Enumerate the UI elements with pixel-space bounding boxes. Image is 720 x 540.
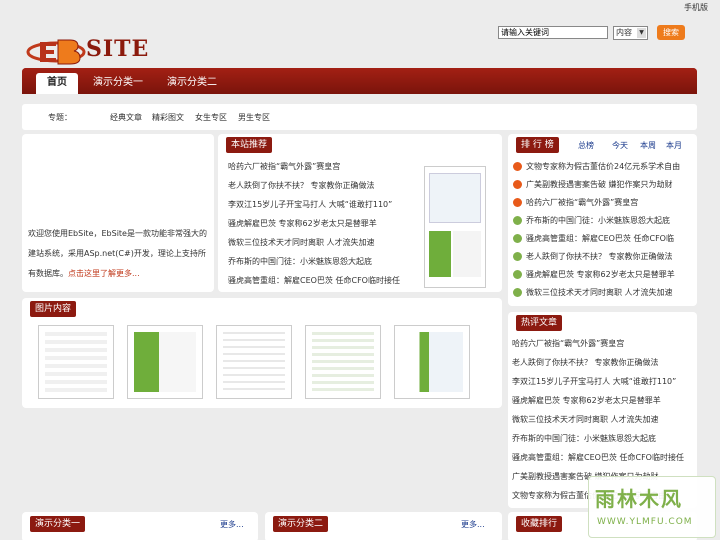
recommend-title: 本站推荐 — [226, 137, 273, 153]
ranking-item[interactable]: 哈药六厂被指“霸气外露”赛皇宫 — [513, 197, 638, 208]
ranking-box: 排 行 榜 总榜 今天 本周 本月 文物专家称为假古董估价24亿元系学术自由 广… — [508, 134, 697, 306]
search-scope-select[interactable]: 内容 ▼ — [613, 26, 648, 40]
rank-badge-icon — [513, 234, 522, 243]
topic-link[interactable]: 经典文章 — [110, 112, 142, 123]
tab-category-2[interactable]: 演示分类二 — [160, 73, 224, 94]
ranking-title: 排 行 榜 — [516, 137, 559, 153]
hot-item[interactable]: 微软三位技术天才同时离职 人才流失加速 — [512, 414, 659, 425]
ranking-item-text: 微软三位技术天才同时离职 人才流失加速 — [526, 288, 673, 297]
thumbnail-image — [429, 231, 451, 277]
topic-link[interactable]: 女生专区 — [195, 112, 227, 123]
rank-badge-icon — [513, 288, 522, 297]
recommend-item[interactable]: 李双江15岁儿子开宝马打人 大喊“谁敢打110” — [228, 199, 392, 210]
hot-item[interactable]: 李双江15岁儿子开宝马打人 大喊“谁敢打110” — [512, 376, 676, 387]
ranking-item-text: 骚虎解雇巴茨 专家称62岁老太只是替罪羊 — [526, 270, 675, 279]
category-1-more-link[interactable]: 更多... — [220, 519, 244, 530]
thumbnail-image — [134, 332, 196, 392]
ranking-item-text: 文物专家称为假古董估价24亿元系学术自由 — [526, 162, 681, 171]
ranking-tab-month[interactable]: 本月 — [666, 140, 682, 151]
picture-thumbnail[interactable] — [38, 325, 114, 399]
intro-text: 建站系统，采用ASp.net(C#)开发，理论上支持所 — [28, 249, 206, 258]
ranking-item[interactable]: 乔布斯的中国门徒：小米魅族恩怨大起底 — [513, 215, 670, 226]
thumbnail-image — [453, 231, 481, 277]
hot-item[interactable]: 乔布斯的中国门徒：小米魅族恩怨大起底 — [512, 433, 656, 444]
search-scope-value: 内容 — [616, 28, 632, 37]
tab-home[interactable]: 首页 — [36, 73, 78, 94]
recommend-item[interactable]: 乔布斯的中国门徒：小米魅族恩怨大起底 — [228, 256, 372, 267]
mobile-version-link[interactable]: 手机版 — [684, 2, 708, 13]
site-logo[interactable]: SITE — [26, 34, 176, 70]
ranking-item[interactable]: 微软三位技术天才同时离职 人才流失加速 — [513, 287, 673, 298]
category-1-box: 演示分类一 更多... — [22, 512, 258, 540]
recommend-item[interactable]: 老人跌倒了你扶不扶？ 专家教你正确做法 — [228, 180, 375, 191]
recommend-item[interactable]: 骚虎高管重组：解雇CEO巴茨 任命CFO临时接任 — [228, 275, 400, 286]
top-bar — [0, 0, 720, 14]
watermark-url: WWW.YLMFU.COM — [597, 517, 693, 527]
main-nav: 首页 演示分类一 演示分类二 — [22, 68, 697, 94]
topic-link[interactable]: 精彩图文 — [152, 112, 184, 123]
search-input[interactable] — [498, 26, 608, 39]
ranking-item-text: 广美副教授遇害案告破 嫌犯作案只为劫财 — [526, 180, 673, 189]
ranking-item[interactable]: 骚虎高管重组：解雇CEO巴茨 任命CFO临 — [513, 233, 674, 244]
hot-item[interactable]: 哈药六厂被指“霸气外露”赛皇宫 — [512, 338, 624, 349]
intro-box: 欢迎您使用EbSite，EbSite是一款功能非常强大的 建站系统，采用ASp.… — [22, 134, 214, 292]
ranking-item[interactable]: 老人跌倒了你扶不扶？ 专家教你正确做法 — [513, 251, 673, 262]
logo-eb-icon — [26, 39, 86, 65]
search-button[interactable]: 搜索 — [657, 25, 685, 40]
recommend-box: 本站推荐 哈药六厂被指“霸气外露”赛皇宫 老人跌倒了你扶不扶？ 专家教你正确做法… — [218, 134, 502, 292]
thumbnail-image — [401, 332, 463, 392]
intro-text: 欢迎您使用EbSite，EbSite是一款功能非常强大的 — [28, 229, 207, 238]
rank-badge-icon — [513, 216, 522, 225]
thumbnail-image — [45, 332, 107, 392]
intro-text: 有数据库。点击这里了解更多... — [28, 268, 140, 279]
hot-item[interactable]: 老人跌倒了你扶不扶？ 专家教你正确做法 — [512, 357, 659, 368]
logo-text: SITE — [86, 36, 150, 62]
ranking-tab-week[interactable]: 本周 — [640, 140, 656, 151]
intro-text-tail: 有数据库。 — [28, 269, 68, 278]
category-2-title: 演示分类二 — [273, 516, 329, 532]
recommend-item[interactable]: 骚虎解雇巴茨 专家称62岁老太只是替罪羊 — [228, 218, 377, 229]
ranking-item-text: 老人跌倒了你扶不扶？ 专家教你正确做法 — [526, 252, 673, 261]
picture-thumbnail[interactable] — [216, 325, 292, 399]
recommend-thumbnail[interactable] — [424, 166, 486, 288]
hot-item[interactable]: 骚虎高管重组：解雇CEO巴茨 任命CFO临时接任 — [512, 452, 684, 463]
topics-label: 专题： — [48, 113, 72, 122]
ranking-item[interactable]: 骚虎解雇巴茨 专家称62岁老太只是替罪羊 — [513, 269, 675, 280]
recommend-item[interactable]: 哈药六厂被指“霸气外露”赛皇宫 — [228, 161, 340, 172]
category-2-more-link[interactable]: 更多... — [461, 519, 485, 530]
picture-thumbnail[interactable] — [127, 325, 203, 399]
ranking-tab-today[interactable]: 今天 — [612, 140, 628, 151]
rank-badge-icon — [513, 162, 522, 171]
category-2-box: 演示分类二 更多... — [265, 512, 502, 540]
favorites-title: 收藏排行 — [516, 516, 563, 532]
rank-badge-icon — [513, 252, 522, 261]
picture-thumbnail[interactable] — [305, 325, 381, 399]
thumbnail-image — [429, 173, 481, 223]
pictures-title: 图片内容 — [30, 301, 77, 317]
chevron-down-icon: ▼ — [637, 28, 646, 38]
watermark-name: 雨林木风 — [595, 487, 683, 511]
hot-title: 热评文章 — [516, 315, 563, 331]
rank-badge-icon — [513, 270, 522, 279]
topic-link[interactable]: 男生专区 — [238, 112, 270, 123]
ranking-item-text: 乔布斯的中国门徒：小米魅族恩怨大起底 — [526, 216, 670, 225]
tab-category-1[interactable]: 演示分类一 — [86, 73, 150, 94]
pictures-box: 图片内容 — [22, 298, 502, 408]
recommend-item[interactable]: 微软三位技术天才同时离职 人才流失加速 — [228, 237, 375, 248]
topics-bar: 专题： 经典文章 精彩图文 女生专区 男生专区 — [22, 104, 697, 130]
ranking-tab-total[interactable]: 总榜 — [578, 140, 594, 151]
learn-more-link[interactable]: 点击这里了解更多... — [68, 269, 140, 278]
ranking-item-text: 哈药六厂被指“霸气外露”赛皇宫 — [526, 198, 639, 207]
thumbnail-image — [223, 332, 285, 392]
hot-item[interactable]: 骚虎解雇巴茨 专家称62岁老太只是替罪羊 — [512, 395, 661, 406]
picture-thumbnail[interactable] — [394, 325, 470, 399]
ranking-item[interactable]: 广美副教授遇害案告破 嫌犯作案只为劫财 — [513, 179, 673, 190]
rank-badge-icon — [513, 180, 522, 189]
ranking-item[interactable]: 文物专家称为假古董估价24亿元系学术自由 — [513, 161, 680, 172]
category-1-title: 演示分类一 — [30, 516, 86, 532]
ranking-item-text: 骚虎高管重组：解雇CEO巴茨 任命CFO临 — [526, 234, 674, 243]
watermark-logo: 雨林木风 WWW.YLMFU.COM — [588, 476, 716, 538]
thumbnail-image — [312, 332, 374, 392]
rank-badge-icon — [513, 198, 522, 207]
